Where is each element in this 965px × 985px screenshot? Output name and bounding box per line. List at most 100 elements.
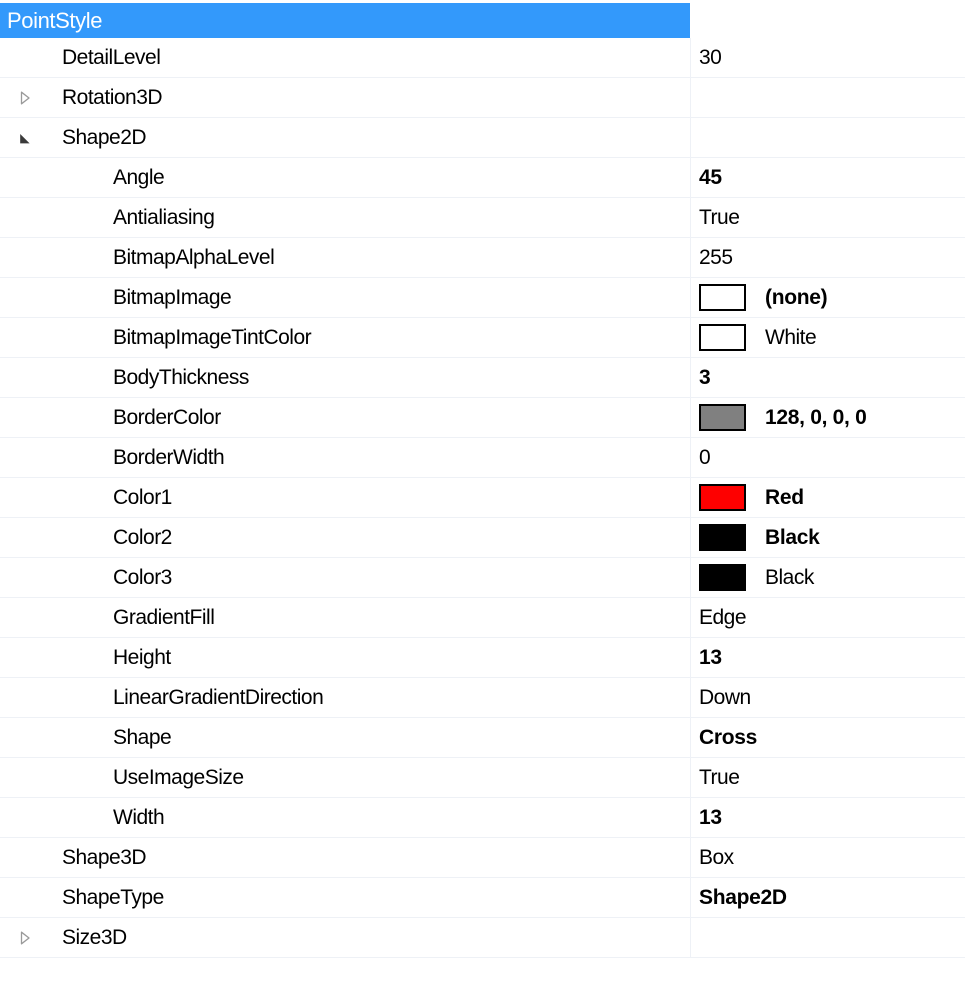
property-value-cell[interactable]: Red — [691, 478, 965, 517]
property-row[interactable]: BorderColor 128, 0, 0, 0 — [0, 398, 965, 438]
property-value-cell[interactable]: 255 — [691, 238, 965, 277]
property-value-label: (none) — [765, 285, 828, 309]
property-row[interactable]: Antialiasing True — [0, 198, 965, 238]
property-name-cell[interactable]: BitmapImageTintColor — [0, 318, 691, 357]
property-row[interactable]: Shape Cross — [0, 718, 965, 758]
property-name-label: UseImageSize — [113, 765, 244, 789]
property-row[interactable]: Size3D — [0, 918, 965, 958]
expander-expanded-icon[interactable] — [18, 130, 32, 146]
property-name-cell[interactable]: ShapeType — [0, 878, 691, 917]
property-value-label: Cross — [699, 725, 758, 749]
property-row[interactable]: Rotation3D — [0, 78, 965, 118]
property-value-cell[interactable]: 128, 0, 0, 0 — [691, 398, 965, 437]
property-name-cell[interactable]: DetailLevel — [0, 38, 691, 77]
property-row[interactable]: Color3 Black — [0, 558, 965, 598]
color-swatch[interactable] — [699, 524, 746, 551]
property-name-cell[interactable]: BorderWidth — [0, 438, 691, 477]
property-name-cell[interactable]: Size3D — [0, 918, 691, 957]
property-value-cell[interactable]: Edge — [691, 598, 965, 637]
expander-collapsed-icon[interactable] — [18, 930, 32, 946]
property-row[interactable]: DetailLevel 30 — [0, 38, 965, 78]
property-value-label: Black — [765, 565, 814, 589]
property-row[interactable]: BitmapImage (none) — [0, 278, 965, 318]
property-name-label: Antialiasing — [113, 205, 215, 229]
property-value-cell[interactable]: Shape2D — [691, 878, 965, 917]
property-row[interactable]: Angle 45 — [0, 158, 965, 198]
property-name-label: GradientFill — [113, 605, 215, 629]
property-name-cell[interactable]: Angle — [0, 158, 691, 197]
property-value-label: 13 — [699, 805, 722, 829]
property-name-cell[interactable]: GradientFill — [0, 598, 691, 637]
property-value-cell[interactable]: Black — [691, 518, 965, 557]
property-name-label: BorderWidth — [113, 445, 225, 469]
expander-collapsed-icon[interactable] — [18, 90, 32, 106]
property-value-cell[interactable]: True — [691, 198, 965, 237]
property-value-cell[interactable]: 13 — [691, 798, 965, 837]
property-value-cell[interactable] — [691, 118, 965, 157]
property-name-cell[interactable]: Antialiasing — [0, 198, 691, 237]
property-row[interactable]: BodyThickness 3 — [0, 358, 965, 398]
property-row[interactable]: Color2 Black — [0, 518, 965, 558]
property-name-label: Color2 — [113, 525, 172, 549]
property-name-cell[interactable]: Height — [0, 638, 691, 677]
property-row[interactable]: Width 13 — [0, 798, 965, 838]
property-name-cell[interactable]: Shape2D — [0, 118, 691, 157]
property-name-cell[interactable]: LinearGradientDirection — [0, 678, 691, 717]
property-row[interactable]: Shape3D Box — [0, 838, 965, 878]
color-swatch[interactable] — [699, 404, 746, 431]
property-name-label: BitmapImageTintColor — [113, 325, 312, 349]
property-row[interactable]: BitmapAlphaLevel 255 — [0, 238, 965, 278]
property-value-cell[interactable]: White — [691, 318, 965, 357]
color-swatch[interactable] — [699, 564, 746, 591]
property-name-cell[interactable]: BodyThickness — [0, 358, 691, 397]
property-name-cell[interactable]: Rotation3D — [0, 78, 691, 117]
property-row[interactable]: BorderWidth 0 — [0, 438, 965, 478]
property-name-cell[interactable]: BitmapAlphaLevel — [0, 238, 691, 277]
property-value-cell[interactable]: (none) — [691, 278, 965, 317]
property-name-cell[interactable]: Color3 — [0, 558, 691, 597]
property-row-list: DetailLevel 30 Rotation3D Shape2D Angle 45 Ant… — [0, 38, 965, 958]
property-name-cell[interactable]: Color1 — [0, 478, 691, 517]
property-value-label: Black — [765, 525, 820, 549]
property-grid: PointStyle DetailLevel 30 Rotation3D Shape2… — [0, 0, 965, 985]
property-name-cell[interactable]: BorderColor — [0, 398, 691, 437]
property-row[interactable]: Shape2D — [0, 118, 965, 158]
property-value-cell[interactable]: 3 — [691, 358, 965, 397]
property-row[interactable]: LinearGradientDirection Down — [0, 678, 965, 718]
property-row[interactable]: BitmapImageTintColor White — [0, 318, 965, 358]
property-row[interactable]: UseImageSize True — [0, 758, 965, 798]
property-name-label: Color3 — [113, 565, 172, 589]
property-name-label: Shape3D — [62, 845, 147, 869]
property-value-cell[interactable] — [691, 78, 965, 117]
property-value-cell[interactable]: Box — [691, 838, 965, 877]
property-row[interactable]: ShapeType Shape2D — [0, 878, 965, 918]
property-name-cell[interactable]: Shape3D — [0, 838, 691, 877]
property-value-cell[interactable]: Cross — [691, 718, 965, 757]
color-swatch[interactable] — [699, 324, 746, 351]
property-name-cell[interactable]: Width — [0, 798, 691, 837]
property-value-cell[interactable]: 30 — [691, 38, 965, 77]
property-name-label: Color1 — [113, 485, 172, 509]
property-value-cell[interactable]: 45 — [691, 158, 965, 197]
property-value-cell[interactable]: Down — [691, 678, 965, 717]
property-row[interactable]: Height 13 — [0, 638, 965, 678]
property-name-cell[interactable]: Color2 — [0, 518, 691, 557]
color-swatch[interactable] — [699, 284, 746, 311]
category-header-pointstyle[interactable]: PointStyle — [0, 3, 690, 38]
property-name-cell[interactable]: UseImageSize — [0, 758, 691, 797]
property-name-cell[interactable]: BitmapImage — [0, 278, 691, 317]
property-row[interactable]: GradientFill Edge — [0, 598, 965, 638]
property-value-label: 255 — [699, 245, 733, 269]
property-value-cell[interactable]: 0 — [691, 438, 965, 477]
color-swatch[interactable] — [699, 484, 746, 511]
property-row[interactable]: Color1 Red — [0, 478, 965, 518]
category-header-label: PointStyle — [7, 7, 103, 33]
property-value-label: True — [699, 205, 740, 229]
property-value-cell[interactable]: 13 — [691, 638, 965, 677]
property-value-cell[interactable] — [691, 918, 965, 957]
property-value-cell[interactable]: Black — [691, 558, 965, 597]
property-value-cell[interactable]: True — [691, 758, 965, 797]
property-name-label: BorderColor — [113, 405, 221, 429]
property-name-cell[interactable]: Shape — [0, 718, 691, 757]
property-value-label: 13 — [699, 645, 722, 669]
